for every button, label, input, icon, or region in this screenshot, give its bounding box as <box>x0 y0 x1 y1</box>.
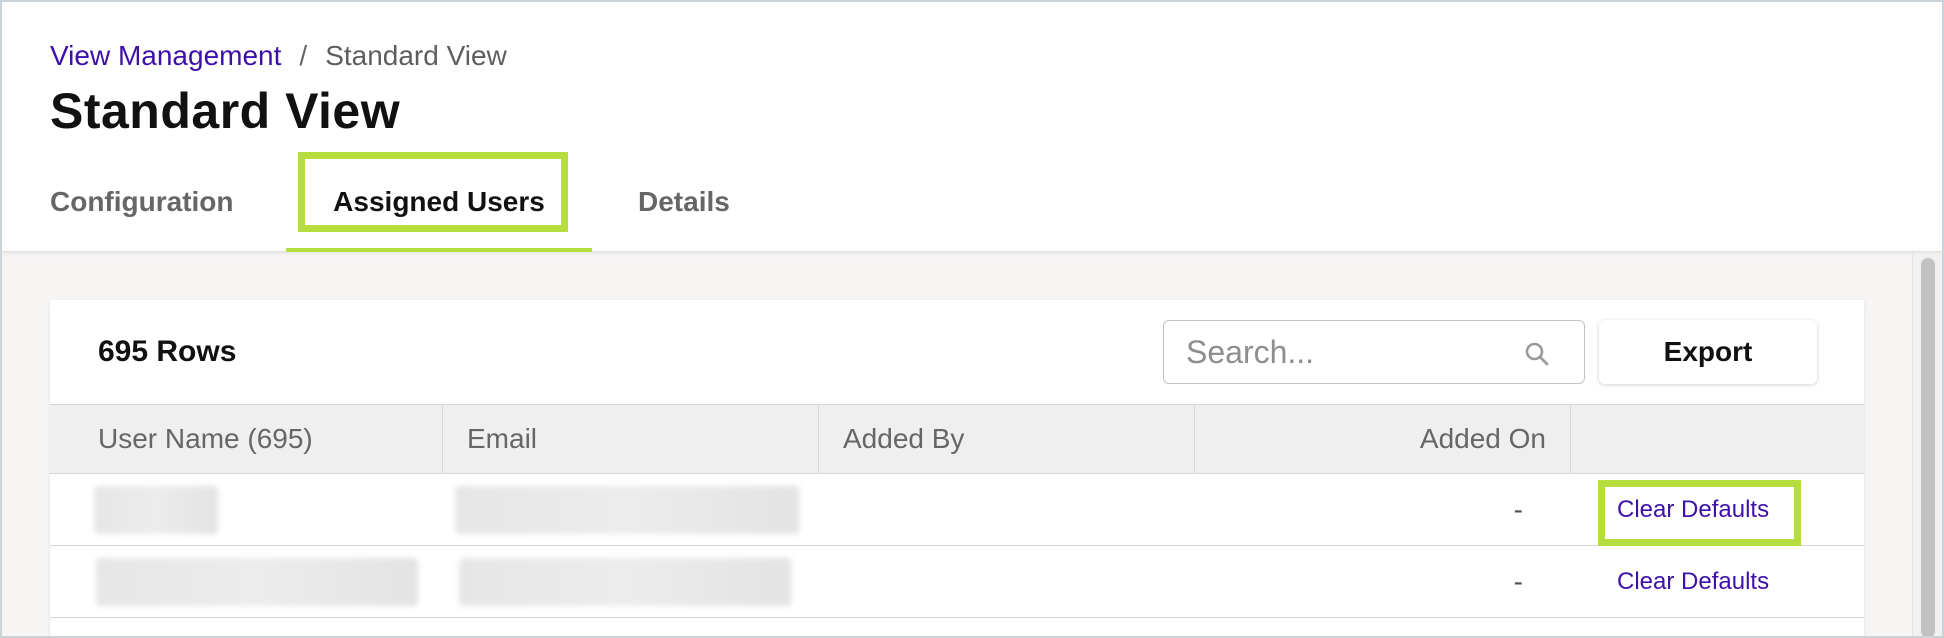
breadcrumb-view-management-link[interactable]: View Management <box>50 40 281 72</box>
column-header-user-name[interactable]: User Name (695) <box>50 405 443 473</box>
redacted-user-name <box>94 485 218 534</box>
cell-added-by <box>819 474 1195 545</box>
clear-defaults-link[interactable]: Clear Defaults <box>1617 568 1769 596</box>
added-on-value: - <box>1513 493 1523 525</box>
column-header-actions <box>1571 405 1864 473</box>
cell-added-on: - <box>1195 546 1571 617</box>
redacted-user-name <box>96 557 418 606</box>
cell-added-on: - <box>1195 474 1571 545</box>
search-input[interactable] <box>1186 333 1526 371</box>
table-header: User Name (695) Email Added By Added On <box>50 404 1864 474</box>
cell-action: Clear Defaults <box>1571 474 1864 545</box>
column-header-added-on[interactable]: Added On <box>1195 405 1571 473</box>
page-header: View Management / Standard View Standard… <box>2 2 1942 252</box>
cell-added-by <box>819 546 1195 617</box>
cell-email <box>443 474 819 545</box>
search-box[interactable] <box>1163 320 1585 384</box>
cell-user-name <box>50 474 443 545</box>
tab-configuration[interactable]: Configuration <box>50 152 240 252</box>
table-row: - Clear Defaults <box>50 474 1864 546</box>
vertical-scrollbar[interactable] <box>1912 254 1942 638</box>
tab-details[interactable]: Details <box>638 152 738 252</box>
column-header-added-by[interactable]: Added By <box>819 405 1195 473</box>
redacted-email <box>455 485 799 534</box>
redacted-email <box>459 557 791 606</box>
cell-action: Clear Defaults <box>1571 546 1864 617</box>
cell-email <box>443 546 819 617</box>
tab-bar: Configuration Assigned Users Details <box>2 152 1942 252</box>
breadcrumb: View Management / Standard View <box>50 40 507 72</box>
page-title: Standard View <box>50 83 401 139</box>
assigned-users-table: User Name (695) Email Added By Added On … <box>50 404 1864 618</box>
assigned-users-panel: 695 Rows Export User Name (695) Email Ad… <box>50 300 1864 638</box>
clear-defaults-link[interactable]: Clear Defaults <box>1617 496 1769 524</box>
cell-user-name <box>50 546 443 617</box>
table-row: - Clear Defaults <box>50 546 1864 618</box>
column-header-email[interactable]: Email <box>443 405 819 473</box>
added-on-value: - <box>1513 565 1523 597</box>
tab-assigned-users[interactable]: Assigned Users <box>286 152 592 252</box>
scrollbar-thumb[interactable] <box>1921 258 1935 638</box>
breadcrumb-current: Standard View <box>325 40 507 71</box>
breadcrumb-separator: / <box>299 40 308 71</box>
row-count-label: 695 Rows <box>98 335 237 368</box>
search-icon[interactable] <box>1524 341 1550 367</box>
export-button[interactable]: Export <box>1599 320 1817 384</box>
